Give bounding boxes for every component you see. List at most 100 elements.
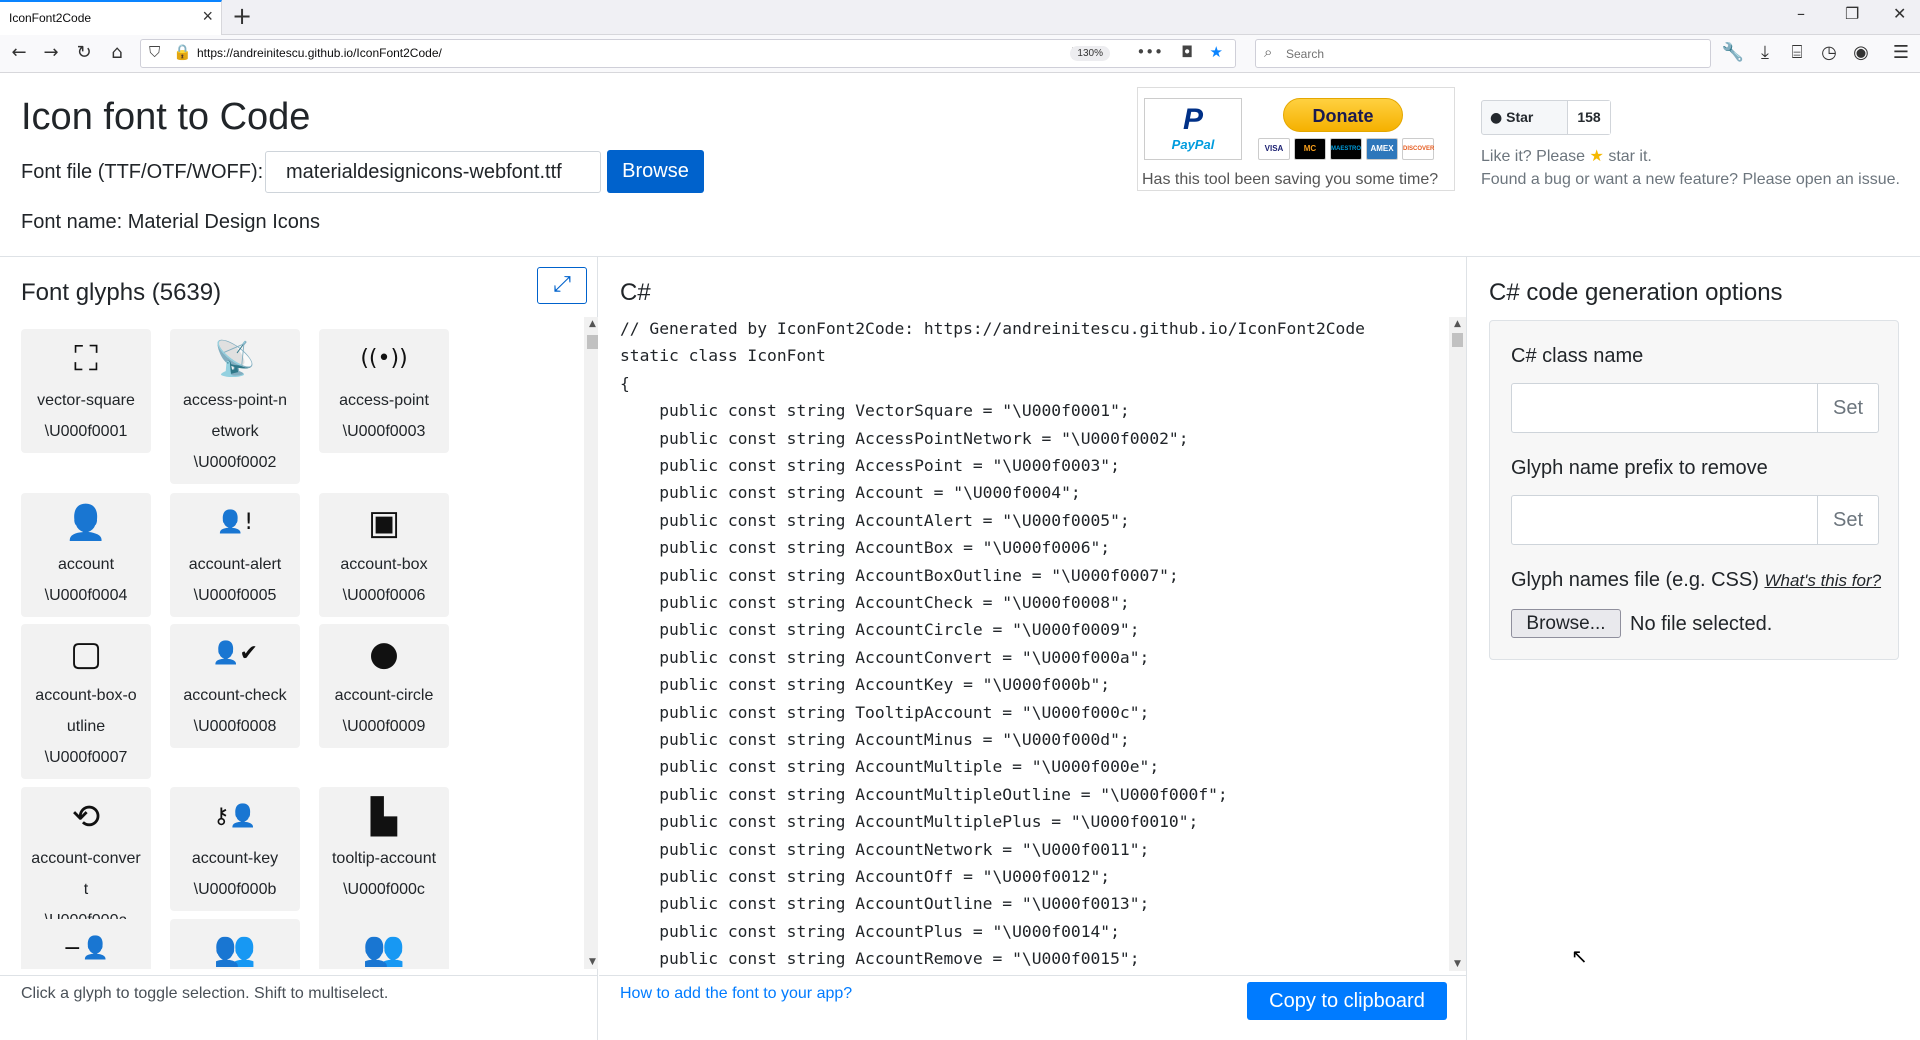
glyph-card[interactable]: −👤 [21,919,151,969]
github-star-count[interactable]: 158 [1568,101,1610,134]
glyph-card[interactable]: 👤 account \U000f0004 [21,493,151,617]
glyph-card[interactable]: ▣ account-box \U000f0006 [319,493,449,617]
names-file-browse-button[interactable]: Browse... [1511,609,1621,638]
options-heading: C# code generation options [1489,279,1783,306]
glyph-card[interactable]: 👤✔ account-check \U000f0008 [170,624,300,748]
expand-icon[interactable]: ⤢ [537,267,587,304]
class-name-set-button[interactable]: Set [1817,383,1879,433]
glyph-card[interactable]: ▢ account-box-outline \U000f0007 [21,624,151,779]
maestro-card-icon: MAESTRO [1330,138,1362,160]
glyph-card[interactable]: 👥 [319,919,449,969]
glyph-name: account-alert [188,556,282,573]
url-bar[interactable]: ⛉ 🔒 https://andreinitescu.github.io/Icon… [140,39,1236,68]
code-line: public const string AccountOff = "\U000f… [620,867,1111,886]
glyph-code: \U000f0002 [193,454,277,471]
glyph-name: vector-square [37,392,135,409]
code-line: static class IconFont [620,346,826,366]
class-name-input[interactable] [1511,383,1818,433]
tooltip-account-icon: ▙ [370,797,398,837]
scroll-up-icon[interactable]: ▲ [584,317,598,331]
paypal-logo[interactable]: P PayPal [1144,98,1242,160]
zoom-badge[interactable]: 130% [1070,46,1110,61]
window-close-icon[interactable]: ✕ [1893,4,1906,23]
code-line: public const string AccountBox = "\U000f… [620,538,1111,558]
howto-link[interactable]: How to add the font to your app? [620,985,852,1003]
url-text[interactable]: https://andreinitescu.github.io/IconFont… [197,46,442,60]
tools-icon[interactable]: 🔧 [1720,40,1746,66]
glyphs-heading: Font glyphs (5639) [21,279,222,306]
glyph-code: \U000f0003 [342,423,426,440]
pocket-icon[interactable]: ◘ [1181,43,1193,61]
code-scrollbar[interactable]: ▲ ▼ [1449,317,1466,971]
code-line: public const string Account = "\U000f000… [620,483,1081,503]
code-line: { [620,373,630,393]
copy-to-clipboard-button[interactable]: Copy to clipboard [1247,982,1447,1020]
code-output[interactable]: ▲ ▼ // Generated by IconFont2Code: https… [599,317,1467,971]
history-icon[interactable]: ◷ [1816,40,1842,66]
code-line: public const string VectorSquare = "\U00… [620,401,1130,421]
code-line: public const string TooltipAccount = "\U… [620,702,1150,722]
restore-icon[interactable]: ❐ [1845,4,1859,23]
bookmark-star-icon[interactable]: ★ [1210,43,1223,61]
shield-icon[interactable]: ⛉ [149,43,160,61]
page-actions-icon[interactable]: ••• [1136,43,1163,61]
star-label: Star [1506,109,1534,125]
glyph-code: \U000f0009 [342,718,426,735]
glyph-card[interactable]: ((•)) access-point \U000f0003 [319,329,449,453]
github-star-button[interactable]: ● Star [1482,101,1568,134]
glyph-card[interactable]: ⚷👤 account-key \U000f000b [170,787,300,911]
glyph-code: \U000f0004 [44,587,128,604]
downloads-icon[interactable]: ⤓ [1752,40,1778,66]
forward-icon[interactable]: → [38,40,64,66]
glyph-name: account-check [183,687,287,704]
glyph-name: account [57,556,115,573]
discover-card-icon: DISCOVER [1402,138,1434,160]
reload-icon[interactable]: ↻ [71,40,97,66]
prefix-set-button[interactable]: Set [1817,495,1879,545]
whats-this-link[interactable]: What's this for? [1764,571,1881,590]
scroll-down-icon[interactable]: ▼ [1449,957,1466,971]
font-file-field[interactable]: materialdesignicons-webfont.ttf [265,151,601,193]
code-line: public const string AccountKey = "\U000f… [620,675,1111,695]
donate-button[interactable]: Donate [1283,98,1403,132]
glyph-name: account-convert [31,850,141,898]
glyph-list[interactable]: ⛶ vector-square \U000f0001 📡 access-point-ne… [0,317,598,969]
new-tab-icon[interactable]: + [232,2,252,30]
account-circle-icon: ● [369,634,399,674]
scrollbar-thumb[interactable] [587,335,598,349]
search-bar[interactable]: ⌕ Search [1255,39,1711,68]
glyph-card[interactable]: 👥 [170,919,300,969]
menu-icon[interactable]: ☰ [1888,40,1914,66]
glyph-card[interactable]: 📡 access-point-network \U000f0002 [170,329,300,484]
browser-nav-bar: ← → ↻ ⌂ ⛉ 🔒 https://andreinitescu.github… [0,35,1920,73]
vector-square-icon: ⛶ [74,339,98,379]
code-line: public const string AccountConvert = "\U… [620,647,1150,667]
amex-card-icon: AMEX [1366,138,1398,160]
home-icon[interactable]: ⌂ [104,40,130,66]
minimize-icon[interactable]: – [1797,4,1805,23]
library-icon[interactable]: ⌸ [1784,40,1810,66]
options-card: C# class name Set Glyph name prefix to r… [1489,320,1899,660]
back-icon[interactable]: ← [6,40,32,66]
glyph-card[interactable]: ● account-circle \U000f0009 [319,624,449,748]
browser-tab[interactable]: IconFont2Code × [0,0,222,35]
prefix-input[interactable] [1511,495,1818,545]
account-icon[interactable]: ◉ [1848,40,1874,66]
glyph-scrollbar[interactable]: ▲ ▼ [584,317,598,969]
account-minus-icon: −👤 [63,936,109,961]
account-multiple-outline-icon: 👥 [362,929,406,969]
scroll-up-icon[interactable]: ▲ [1449,317,1466,331]
scroll-down-icon[interactable]: ▼ [584,955,598,969]
code-line: public const string AccountMultipleOutli… [620,784,1228,804]
browse-button[interactable]: Browse [607,150,704,193]
tab-close-icon[interactable]: × [202,6,213,27]
glyph-name: access-point-network [182,392,288,440]
code-line: public const string AccountBoxOutline = … [620,565,1179,585]
glyph-card[interactable]: ⛶ vector-square \U000f0001 [21,329,151,453]
font-file-label: Font file (TTF/OTF/WOFF): [21,161,264,183]
account-box-outline-icon: ▢ [69,634,103,674]
lock-icon: 🔒 [173,43,192,61]
scrollbar-thumb[interactable] [1452,333,1463,347]
glyph-card[interactable]: 👤! account-alert \U000f0005 [170,493,300,617]
glyph-code: \U000f0001 [44,423,128,440]
